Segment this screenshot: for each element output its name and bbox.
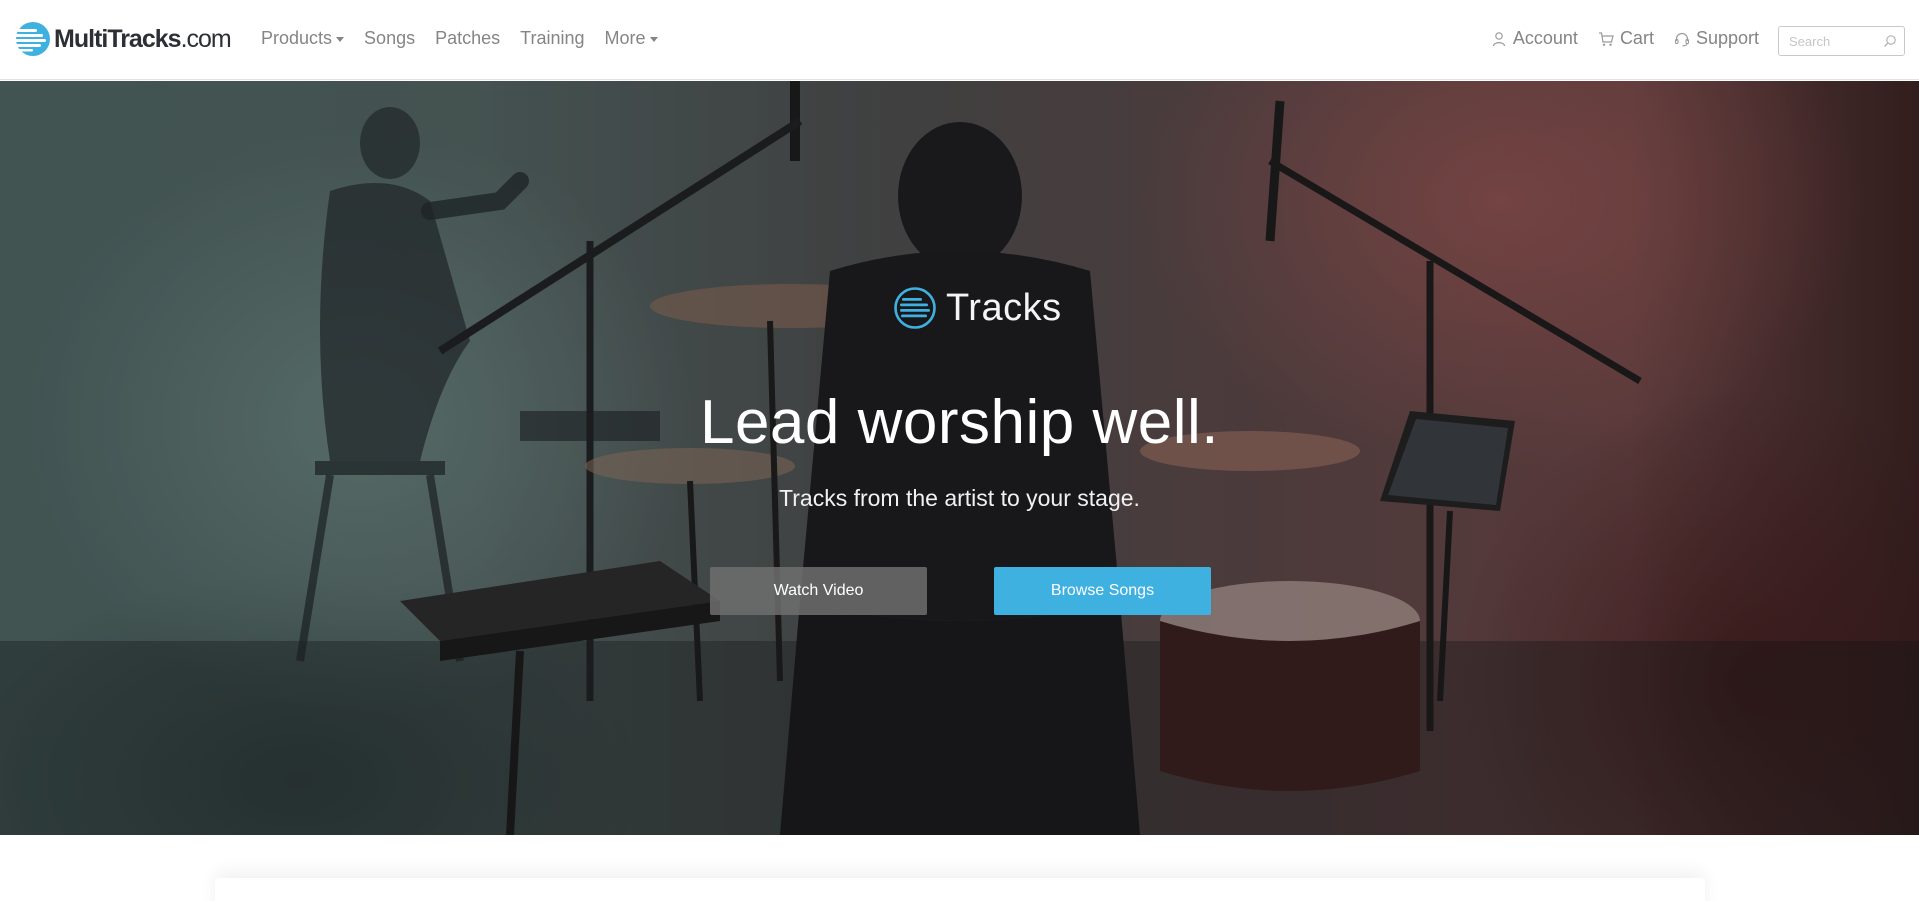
hero-subhead: Tracks from the artist to your stage. xyxy=(779,485,1140,511)
hero-banner: Tracks Lead worship well. Tracks from th… xyxy=(0,81,1919,835)
nav-patches[interactable]: Patches xyxy=(435,28,500,49)
logo-name: MultiTracks xyxy=(54,24,182,53)
search-input[interactable] xyxy=(1779,27,1879,55)
support-label: Support xyxy=(1695,28,1759,48)
hero-headline: Lead worship well. xyxy=(699,388,1220,457)
site-header: MultiTracks.com Products Songs Patches T… xyxy=(0,0,1919,80)
watch-video-label: Watch Video xyxy=(773,582,864,599)
multitracks-logo-icon xyxy=(15,22,50,56)
caret-down-icon xyxy=(649,37,658,42)
account-link[interactable]: Account xyxy=(1491,28,1578,49)
main-nav: Products Songs Patches Training More xyxy=(261,28,678,49)
utility-nav: Account Cart Support xyxy=(1471,28,1759,49)
hero-content: Tracks Lead worship well. Tracks from th… xyxy=(0,81,1919,835)
cart-label: Cart xyxy=(1619,28,1654,48)
headset-icon xyxy=(1674,32,1690,46)
nav-products-label: Products xyxy=(261,28,333,48)
account-label: Account xyxy=(1512,28,1578,48)
user-icon xyxy=(1492,31,1505,46)
cart-icon xyxy=(1598,31,1614,46)
nav-more-label: More xyxy=(604,28,646,48)
caret-down-icon xyxy=(336,37,345,42)
support-link[interactable]: Support xyxy=(1674,28,1759,49)
watch-video-button[interactable]: Watch Video xyxy=(710,567,927,615)
logo-wordmark: MultiTracks.com xyxy=(54,24,232,54)
tracks-brand-name: Tracks xyxy=(946,286,1062,329)
content-card xyxy=(215,878,1705,901)
tracks-logo-icon xyxy=(894,287,936,329)
search-icon[interactable] xyxy=(1883,34,1897,48)
nav-songs-label: Songs xyxy=(364,28,416,48)
search-box xyxy=(1778,26,1905,56)
cart-link[interactable]: Cart xyxy=(1598,28,1654,49)
nav-products[interactable]: Products xyxy=(261,28,345,49)
nav-more[interactable]: More xyxy=(605,28,658,49)
browse-songs-label: Browse Songs xyxy=(1050,582,1155,599)
logo-suffix: .com xyxy=(180,24,232,53)
multitracks-logo[interactable]: MultiTracks.com xyxy=(15,20,232,58)
browse-songs-button[interactable]: Browse Songs xyxy=(994,567,1211,615)
nav-songs[interactable]: Songs xyxy=(364,28,415,49)
nav-patches-label: Patches xyxy=(435,28,501,48)
nav-training-label: Training xyxy=(520,28,585,48)
tracks-brand: Tracks xyxy=(893,286,1062,330)
nav-training[interactable]: Training xyxy=(520,28,584,49)
